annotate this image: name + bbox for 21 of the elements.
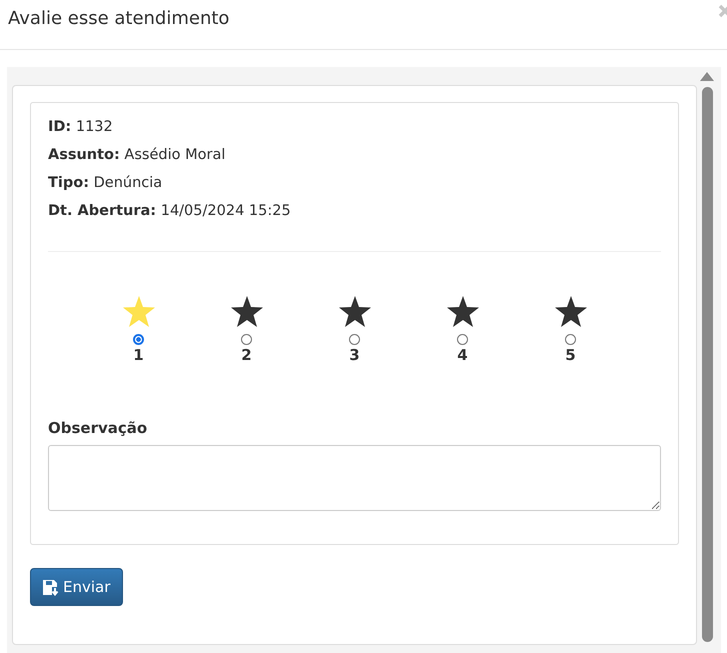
rating-radio[interactable]: [457, 334, 468, 345]
detail-line: Dt. Abertura: 14/05/2024 15:25: [48, 202, 292, 221]
detail-line: ID: 1132: [48, 118, 114, 137]
rating-number: 3: [349, 346, 360, 364]
save-icon: [43, 578, 60, 596]
dialog-title: Avalie esse atendimento: [8, 8, 230, 28]
rating-number: 1: [133, 346, 144, 364]
scroll-up-icon[interactable]: [700, 72, 714, 81]
detail-line: Tipo: Denúncia: [48, 174, 164, 193]
rating-radio[interactable]: [133, 334, 144, 345]
rating-radio[interactable]: [349, 334, 360, 345]
submit-button[interactable]: Enviar: [30, 568, 124, 606]
rating-number: 2: [241, 346, 252, 364]
observation-field[interactable]: [48, 445, 661, 511]
rating-number: 4: [457, 346, 468, 364]
rating-number: 5: [565, 346, 576, 364]
rating-radio[interactable]: [565, 334, 576, 345]
scrollbar-thumb[interactable]: [702, 87, 712, 642]
observation-label: Observação: [48, 419, 148, 437]
detail-line: Assunto: Assédio Moral: [48, 146, 226, 165]
rating-radio[interactable]: [241, 334, 252, 345]
